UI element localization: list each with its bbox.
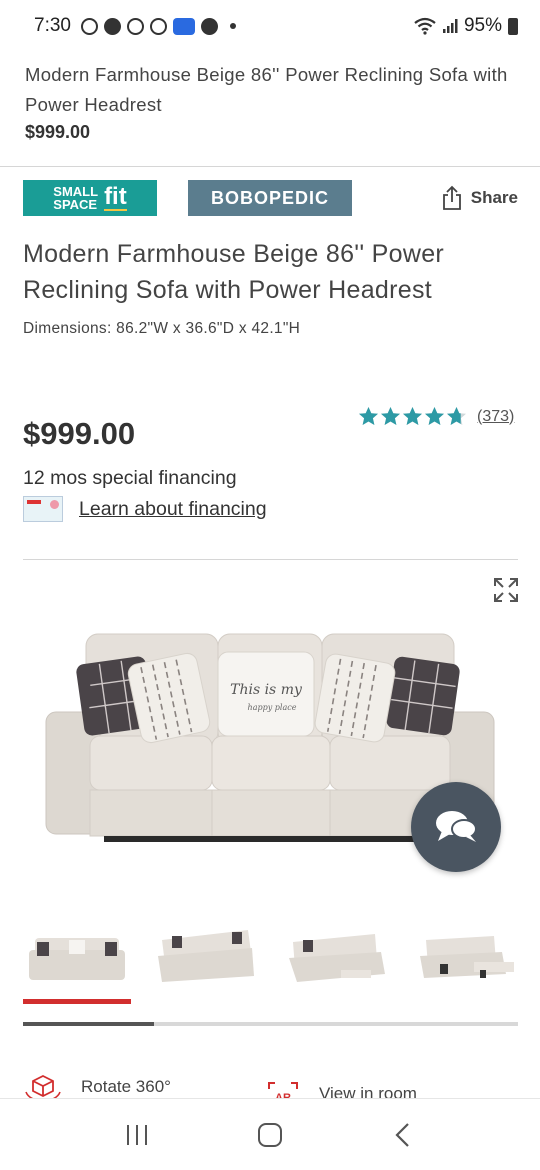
small-space-fit-badge[interactable]: SMALL SPACE fit bbox=[23, 180, 157, 216]
financing-text: 12 mos special financing bbox=[23, 467, 237, 489]
share-icon bbox=[442, 185, 461, 210]
star-rating bbox=[358, 406, 467, 427]
chat-button[interactable] bbox=[411, 782, 501, 872]
wifi-icon bbox=[414, 17, 436, 35]
status-bar: 7:30 95% bbox=[0, 0, 540, 52]
sticky-header: Modern Farmhouse Beige 86'' Power Reclin… bbox=[25, 60, 520, 143]
battery-percent: 95% bbox=[463, 15, 502, 36]
fit-text: fit bbox=[104, 183, 127, 211]
bobopedic-badge[interactable]: BOBOPEDIC bbox=[188, 180, 352, 216]
back-button[interactable] bbox=[373, 1110, 433, 1160]
account-icon bbox=[103, 17, 121, 35]
star-icon bbox=[359, 407, 378, 425]
thumbnail-strip bbox=[23, 920, 518, 988]
plaid-pillow-right bbox=[386, 656, 460, 736]
thumbnail-angled[interactable] bbox=[152, 920, 260, 988]
thumbnail-reclined[interactable] bbox=[281, 920, 389, 988]
home-button[interactable] bbox=[240, 1110, 300, 1160]
gallery-scroll-thumb[interactable] bbox=[23, 1022, 155, 1026]
header-price: $999.00 bbox=[25, 122, 91, 142]
system-nav-bar bbox=[0, 1098, 540, 1170]
voicemail-icon bbox=[80, 17, 98, 35]
more-dot-icon bbox=[229, 23, 236, 29]
star-icon bbox=[403, 407, 422, 425]
brand-row: SMALL SPACE fit BOBOPEDIC Share bbox=[23, 180, 518, 216]
rating-summary[interactable]: (373) bbox=[358, 406, 514, 427]
star-icon bbox=[447, 407, 466, 425]
star-icon bbox=[425, 407, 444, 425]
recents-button[interactable] bbox=[107, 1110, 167, 1160]
credit-card-icon bbox=[23, 496, 63, 522]
product-dimensions: Dimensions: 86.2"W x 36.6"D x 42.1"H bbox=[23, 320, 301, 337]
review-count-link[interactable]: (373) bbox=[477, 408, 514, 426]
thumbnail-front[interactable] bbox=[23, 920, 131, 988]
thumbnail-side-reclined[interactable] bbox=[410, 920, 518, 988]
share-label: Share bbox=[470, 188, 518, 207]
signal-icon bbox=[442, 19, 458, 33]
pillow-text-line2: happy place bbox=[248, 703, 297, 712]
home-icon bbox=[257, 1122, 282, 1147]
header-title: Modern Farmhouse Beige 86'' Power Reclin… bbox=[25, 64, 508, 115]
striped-pillow-right bbox=[314, 653, 396, 743]
sync-icon bbox=[149, 17, 167, 35]
learn-financing-link[interactable]: Learn about financing bbox=[79, 498, 267, 521]
app-notification-icon bbox=[172, 17, 195, 35]
chat-bubbles-icon bbox=[436, 811, 477, 842]
battery-icon bbox=[508, 17, 518, 35]
recents-icon bbox=[126, 1124, 147, 1145]
back-chevron-icon bbox=[395, 1122, 410, 1147]
notification-icons bbox=[80, 17, 236, 35]
product-title: Modern Farmhouse Beige 86'' Power Reclin… bbox=[23, 240, 445, 304]
financing-divider bbox=[23, 559, 518, 560]
rotate-label: Rotate 360° bbox=[81, 1077, 171, 1096]
share-button[interactable]: Share bbox=[441, 185, 518, 211]
play-icon bbox=[200, 17, 218, 35]
status-time: 7:30 bbox=[34, 15, 71, 36]
header-divider bbox=[0, 166, 540, 167]
small-space-line2: SPACE bbox=[53, 197, 98, 212]
pillow-text-line1: This is my bbox=[230, 682, 303, 698]
financing-row: Learn about financing bbox=[23, 496, 267, 522]
thumbnail-active-indicator bbox=[23, 999, 131, 1004]
star-icon bbox=[381, 407, 400, 425]
status-right: 95% bbox=[414, 15, 518, 37]
product-price: $999.00 bbox=[23, 416, 136, 451]
fan-icon bbox=[126, 17, 144, 35]
small-space-text: SMALL SPACE bbox=[53, 185, 98, 211]
